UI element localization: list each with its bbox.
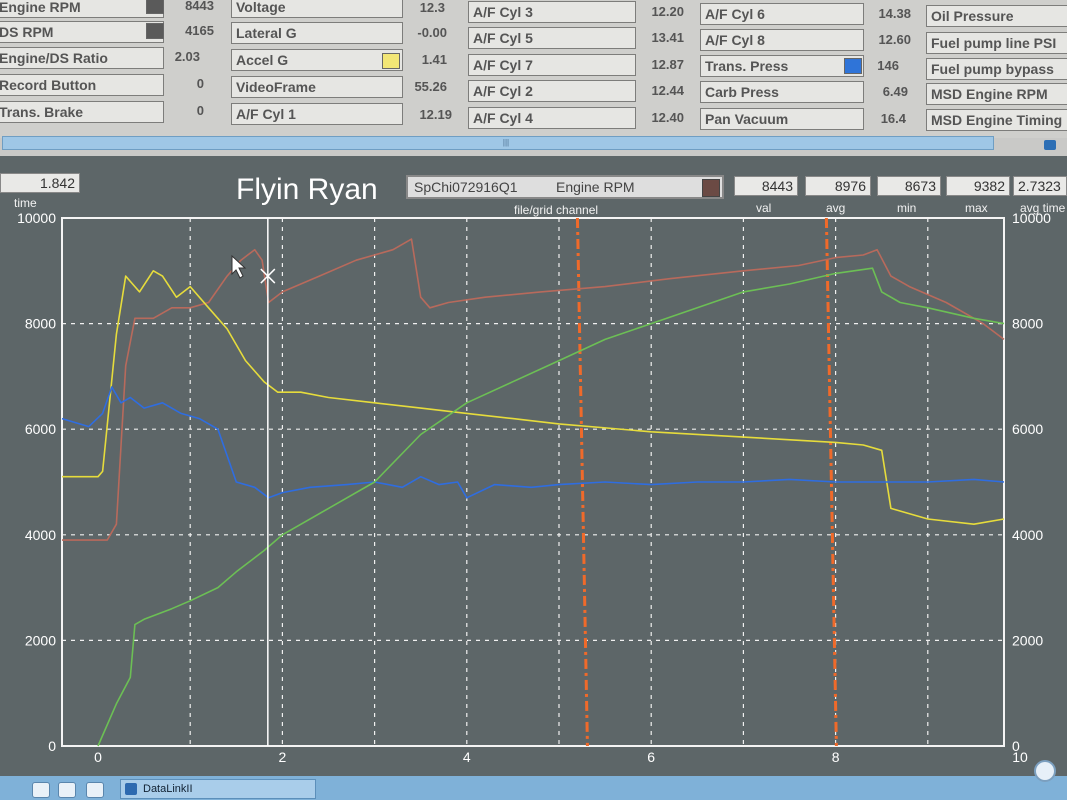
series-line-blue [61, 386, 1005, 499]
y-left-tick-label: 10000 [17, 210, 56, 226]
series-line-yellow [62, 270, 1005, 526]
y-left-tick-label: 0 [48, 738, 56, 754]
notification-icon[interactable] [1034, 760, 1056, 782]
channel-label-fuel-pump-bypass[interactable]: Fuel pump bypass [926, 58, 1067, 80]
taskbar-app-button[interactable]: DataLinkII [120, 779, 316, 799]
channel-value-af-cyl-3: 12.20 [651, 4, 684, 19]
channel-label-engine-rpm[interactable]: Engine RPM [0, 0, 164, 18]
y-left-tick-label: 6000 [25, 421, 56, 437]
channel-value-trans-brake: 0 [196, 103, 204, 118]
channel-label-pan-vacuum[interactable]: Pan Vacuum [700, 108, 864, 130]
x-tick-label: 10 [1012, 749, 1028, 765]
channel-value-pan-vacuum: 16.4 [880, 111, 906, 126]
channel-label-voltage[interactable]: Voltage [231, 0, 403, 18]
channel-label-msd-engine-rpm[interactable]: MSD Engine RPM [926, 83, 1067, 105]
channel-label-ds-rpm[interactable]: DS RPM [0, 21, 164, 43]
x-tick-label: 0 [94, 749, 102, 765]
channel-label-trans-press[interactable]: Trans. Press [700, 55, 864, 77]
channel-label-af-cyl-5[interactable]: A/F Cyl 5 [468, 27, 636, 49]
channel-label-af-cyl-3[interactable]: A/F Cyl 3 [468, 1, 636, 23]
channel-label-lateral-g[interactable]: Lateral G [231, 22, 403, 44]
channel-label-af-cyl-4[interactable]: A/F Cyl 4 [468, 107, 636, 129]
channel-label-trans-brake[interactable]: Trans. Brake [0, 101, 164, 123]
channel-label-oil-pressure[interactable]: Oil Pressure [926, 5, 1067, 27]
channel-color-swatch[interactable] [146, 23, 164, 39]
y-right-tick-label: 8000 [1012, 316, 1043, 332]
scroll-right-button[interactable] [1044, 140, 1056, 150]
channel-label-accel-g[interactable]: Accel G [231, 49, 403, 71]
channel-value-voltage: 12.3 [419, 0, 445, 15]
channel-value-accel-g: 1.41 [421, 52, 447, 67]
channel-value-af-cyl-4: 12.40 [651, 110, 684, 125]
channel-value-engine-rpm: 8443 [185, 0, 214, 13]
data-chart[interactable]: 0200040006000800010000020004000600080001… [0, 156, 1067, 776]
channel-value-af-cyl-8: 12.60 [878, 32, 911, 47]
channel-label-carb-press[interactable]: Carb Press [700, 81, 864, 103]
channel-value-carb-press: 6.49 [882, 84, 908, 99]
x-tick-label: 2 [279, 749, 287, 765]
channel-value-af-cyl-6: 14.38 [878, 6, 911, 21]
channel-value-record-button: 0 [196, 76, 204, 91]
x-tick-label: 8 [832, 749, 840, 765]
y-right-tick-label: 2000 [1012, 632, 1043, 648]
channel-label-af-cyl-6[interactable]: A/F Cyl 6 [700, 3, 864, 25]
x-tick-label: 6 [647, 749, 655, 765]
taskbar-app-label: DataLinkII [143, 783, 193, 795]
channel-label-msd-engine-timing[interactable]: MSD Engine Timing [926, 109, 1067, 131]
y-left-tick-label: 2000 [25, 632, 56, 648]
y-right-tick-label: 6000 [1012, 421, 1043, 437]
channel-value-trans-press: 146 [877, 58, 899, 73]
chart-window: 1.842 time Flyin Ryan SpChi072916Q1 Engi… [0, 156, 1067, 776]
time-marker-line [575, 217, 589, 747]
channel-value-af-cyl-2: 12.44 [651, 83, 684, 98]
channel-label-engine-ds-ratio[interactable]: Engine/DS Ratio [0, 47, 164, 69]
trans-press-color-swatch[interactable] [844, 58, 862, 74]
channel-label-af-cyl-1[interactable]: A/F Cyl 1 [231, 103, 403, 125]
y-right-tick-label: 4000 [1012, 527, 1043, 543]
browser-icon[interactable] [32, 782, 50, 798]
channel-value-videoframe: 55.26 [414, 79, 447, 94]
explorer-icon[interactable] [86, 782, 104, 798]
channel-value-af-cyl-7: 12.87 [651, 57, 684, 72]
horizontal-scrollbar[interactable]: ||| [2, 136, 994, 150]
taskbar: DataLinkII [0, 776, 1067, 800]
channel-color-swatch[interactable] [146, 0, 164, 14]
chart-series [61, 238, 1005, 747]
channel-label-fuel-pump-line-psi[interactable]: Fuel pump line PSI [926, 32, 1067, 54]
channel-label-af-cyl-2[interactable]: A/F Cyl 2 [468, 80, 636, 102]
series-line-engine-rpm [62, 238, 1005, 541]
channel-value-af-cyl-1: 12.19 [419, 107, 452, 122]
x-tick-label: 4 [463, 749, 471, 765]
channel-label-videoframe[interactable]: VideoFrame [231, 76, 403, 98]
channel-label-af-cyl-8[interactable]: A/F Cyl 8 [700, 29, 864, 51]
channel-value-ds-rpm: 4165 [185, 23, 214, 38]
folder-icon[interactable] [58, 782, 76, 798]
channel-value-af-cyl-5: 13.41 [651, 30, 684, 45]
scrollbar-thumb[interactable]: ||| [501, 139, 511, 147]
y-left-tick-label: 8000 [25, 316, 56, 332]
channel-value-engine-ds-ratio: 2.03 [174, 49, 200, 64]
accel-g-color-swatch[interactable] [382, 53, 400, 69]
app-icon [125, 783, 137, 795]
channel-value-lateral-g: -0.00 [417, 25, 447, 40]
channel-label-af-cyl-7[interactable]: A/F Cyl 7 [468, 54, 636, 76]
channel-panel: Engine RPM 8443 DS RPM 4165 Engine/DS Ra… [0, 0, 1067, 138]
channel-label-record-button[interactable]: Record Button [0, 74, 164, 96]
y-right-tick-label: 10000 [1012, 210, 1051, 226]
y-left-tick-label: 4000 [25, 527, 56, 543]
